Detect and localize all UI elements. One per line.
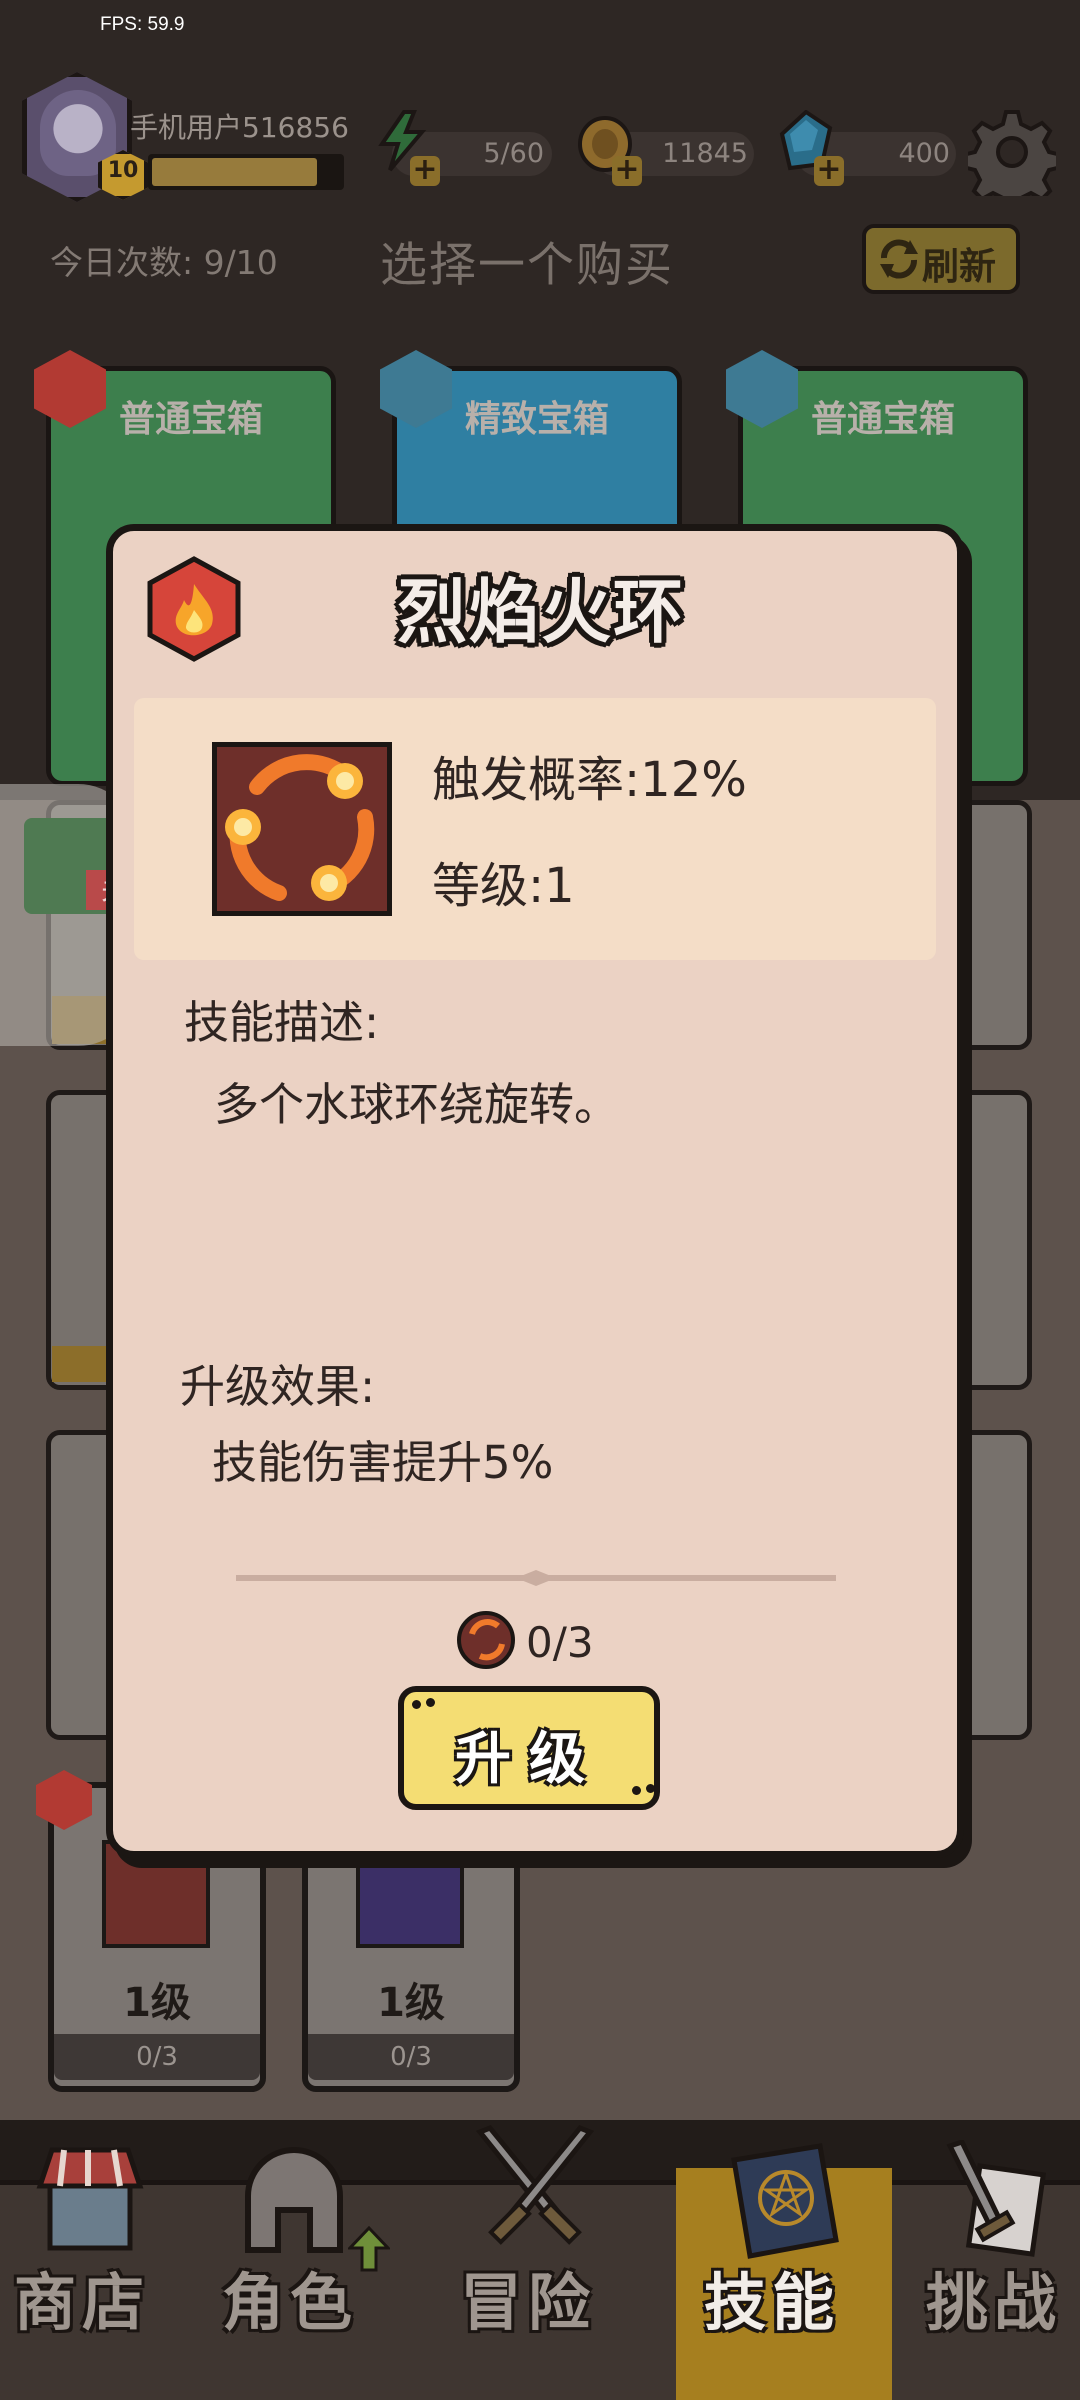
description-title: 技能描述: [184, 996, 380, 1049]
trigger-chance: 触发概率:12% [432, 752, 747, 808]
nav-item-shop[interactable]: 商店 [0, 2140, 200, 2400]
sword-scroll-icon [946, 2140, 1047, 2257]
crossed-swords-icon [475, 2124, 595, 2245]
upgrade-effect-title: 升级效果: [180, 1360, 376, 1413]
nav-label-challenge: 挑战 [926, 2266, 1063, 2339]
nav-label-character: 角色 [222, 2266, 359, 2339]
ornament-divider [236, 1570, 836, 1586]
coins-plus-button[interactable]: + [612, 155, 642, 186]
skill-level: 等级:1 [432, 858, 575, 914]
button-decor-dot [412, 1700, 421, 1709]
refresh-icon [880, 239, 918, 279]
fps-counter: FPS: 59.9 [100, 14, 185, 35]
skill-card-level: 1级 [377, 1980, 445, 2026]
upgrade-cost: 0/3 [526, 1618, 594, 1667]
energy-plus-button[interactable]: + [410, 155, 440, 186]
nav-item-character[interactable]: 角色 [200, 2140, 400, 2400]
button-decor-dot [426, 1698, 435, 1707]
skill-card-level: 1级 [123, 1980, 191, 2026]
xp-bar-fill [152, 158, 317, 186]
skill-shard-icon [457, 1611, 515, 1669]
modal-title: 烈焰火环 [397, 571, 685, 653]
description-text: 多个水球环绕旋转。 [214, 1078, 620, 1131]
upgrade-effect-text: 技能伤害提升5% [212, 1436, 554, 1489]
choose-title: 选择一个购买 [380, 238, 674, 293]
gems-plus-button[interactable]: + [814, 155, 844, 186]
helmet-icon [245, 2147, 343, 2253]
nav-label-shop: 商店 [14, 2266, 151, 2339]
nav-label-adventure: 冒险 [460, 2266, 597, 2339]
player-level: 10 [107, 158, 139, 183]
shop-icon [36, 2147, 144, 2251]
nav-item-skills[interactable]: 技能 [676, 2140, 892, 2400]
player-name: 手机用户516856 [130, 111, 349, 144]
skill-card-count: 0/3 [136, 2042, 178, 2072]
nav-item-adventure[interactable]: 冒险 [430, 2118, 650, 2400]
nav-item-challenge[interactable]: 挑战 [900, 2140, 1080, 2400]
spellbook-icon [731, 2143, 839, 2259]
skill-card-count: 0/3 [390, 2042, 432, 2072]
fire-ring-icon [225, 754, 375, 901]
daily-count: 今日次数: 9/10 [50, 243, 278, 282]
refresh-label: 刷新 [922, 245, 996, 288]
upgrade-button-label: 升级 [455, 1727, 603, 1792]
nav-label-skills: 技能 [704, 2266, 841, 2339]
settings-gear-icon[interactable] [968, 108, 1056, 196]
